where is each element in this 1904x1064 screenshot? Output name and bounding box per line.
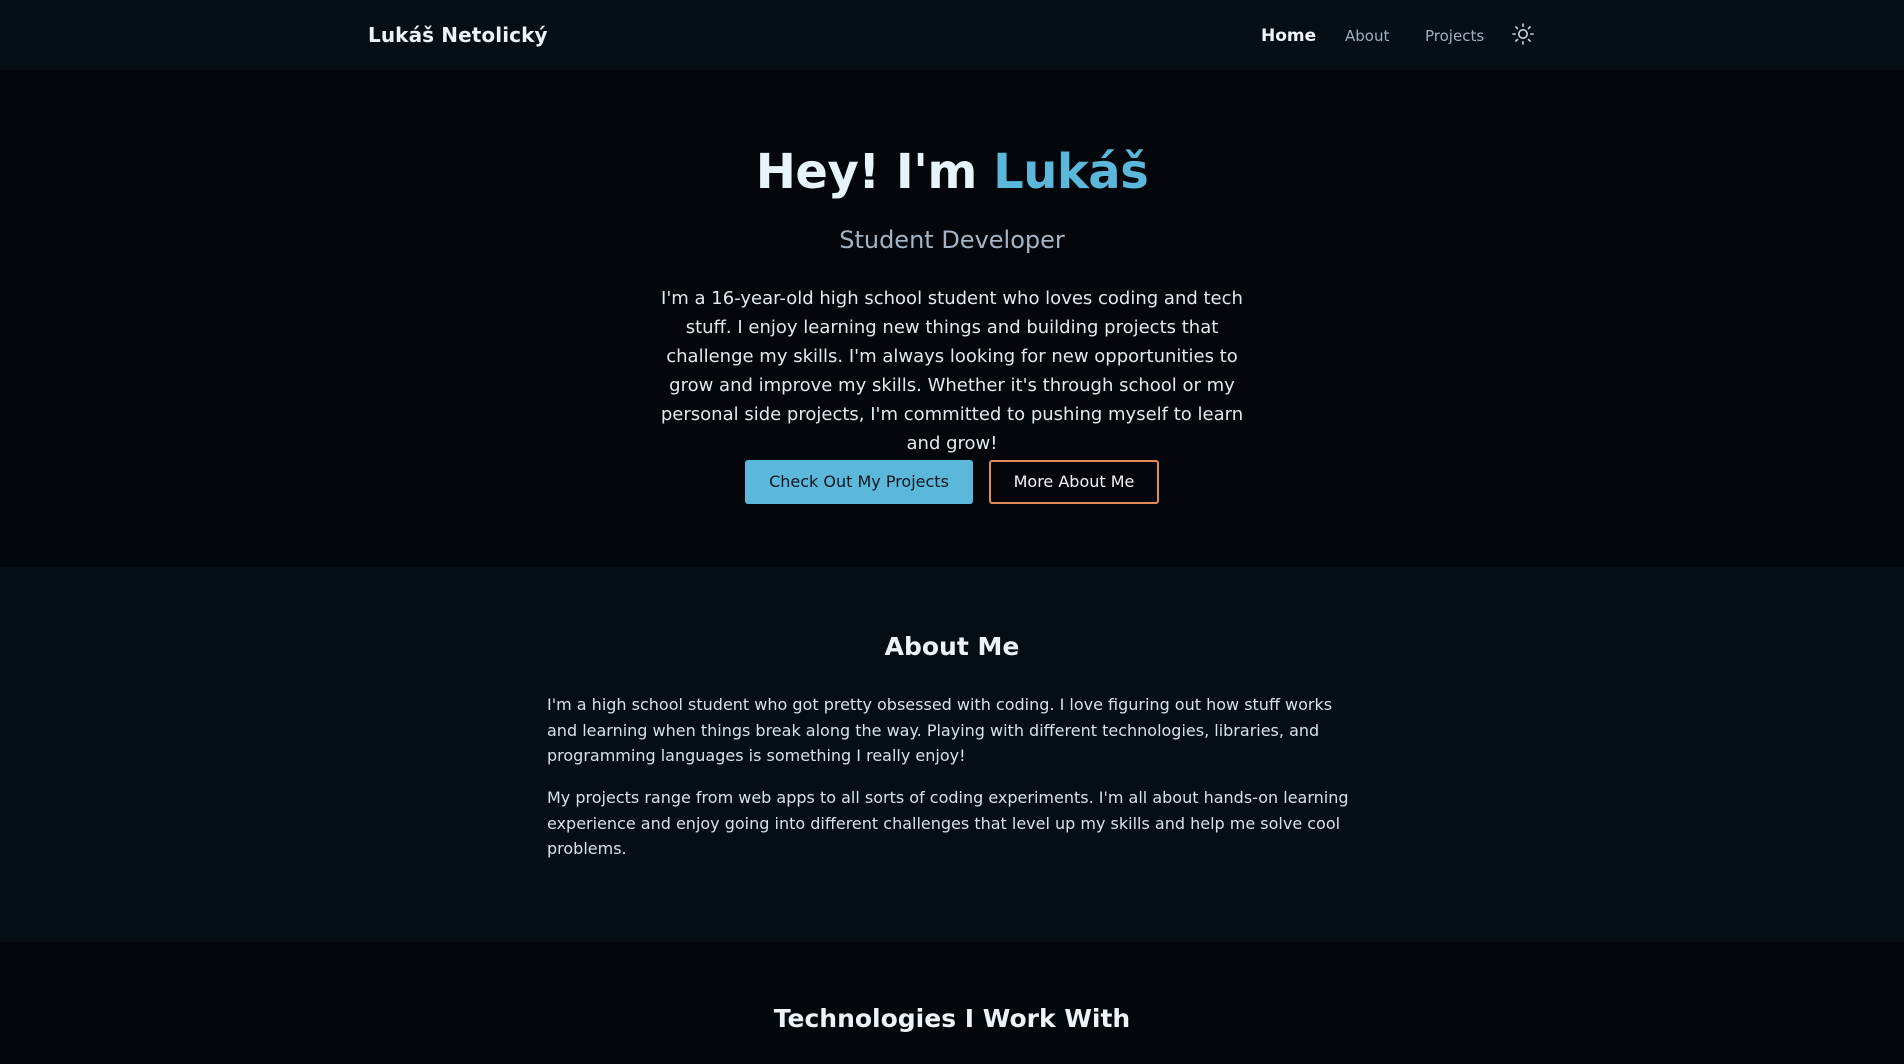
more-about-me-button[interactable]: More About Me bbox=[989, 460, 1159, 504]
nav-links: Home About Projects bbox=[0, 0, 1904, 70]
theme-toggle-button[interactable] bbox=[1511, 22, 1535, 46]
check-out-projects-button[interactable]: Check Out My Projects bbox=[745, 460, 973, 504]
technologies-section: Technologies I Work With bbox=[0, 942, 1904, 1064]
technologies-title: Technologies I Work With bbox=[773, 1004, 1131, 1033]
about-paragraph: I'm a high school student who got pretty… bbox=[547, 695, 1333, 765]
hero-subtitle: Student Developer bbox=[839, 226, 1065, 254]
navbar: Lukáš Netolický Home About Projects bbox=[0, 0, 1904, 70]
hero-bio: I'm a 16-year-old high school student wh… bbox=[660, 288, 1244, 454]
hero-title-prefix: Hey! I'm bbox=[755, 144, 994, 200]
about-title: About Me bbox=[884, 632, 1020, 661]
nav-link-home[interactable]: Home bbox=[1261, 0, 1316, 70]
about-section: About Me I'm a high school student who g… bbox=[0, 567, 1904, 942]
sun-icon bbox=[1512, 23, 1534, 45]
hero-title: Hey! I'm Lukáš bbox=[0, 144, 1904, 200]
about-paragraph: My projects range from web apps to all s… bbox=[547, 788, 1349, 858]
hero-title-name: Lukáš bbox=[993, 144, 1149, 200]
nav-link-projects[interactable]: Projects bbox=[1425, 0, 1484, 70]
hero-section: Hey! I'm Lukáš Student Developer I'm a 1… bbox=[0, 70, 1904, 567]
nav-link-about[interactable]: About bbox=[1345, 0, 1389, 70]
